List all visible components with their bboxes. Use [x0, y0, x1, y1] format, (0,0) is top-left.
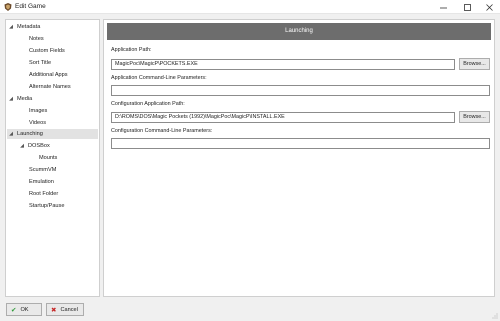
x-icon: ✖ — [51, 306, 57, 314]
app-cmd-label: Application Command-Line Parameters: — [111, 75, 207, 81]
expand-caret-icon[interactable]: ◢ — [8, 94, 14, 104]
expand-caret-icon[interactable]: ◢ — [8, 129, 14, 139]
tree-item-images[interactable]: Images — [29, 106, 47, 116]
tree-item-videos[interactable]: Videos — [29, 118, 46, 128]
tree-item-launching[interactable]: ◢ Launching — [7, 129, 98, 139]
config-path-input[interactable]: D:\ROMS\DOS\Magic Pockets (1992)\MagicPo… — [111, 112, 455, 123]
config-cmd-label: Configuration Command-Line Parameters: — [111, 128, 213, 134]
title-bar: Edit Game — [0, 0, 500, 14]
panel-header: Launching — [107, 23, 491, 40]
window-title: Edit Game — [15, 3, 46, 10]
tree-item-custom-fields[interactable]: Custom Fields — [29, 46, 65, 56]
checkmark-icon: ✔ — [11, 306, 17, 314]
tree-item-root-folder[interactable]: Root Folder — [29, 189, 58, 199]
tree-item-sort-title[interactable]: Sort Title — [29, 58, 51, 68]
ok-button[interactable]: ✔ OK — [6, 303, 42, 316]
app-path-browse-button[interactable]: Browse... — [459, 58, 490, 70]
settings-tree: ◢ Metadata Notes Custom Fields Sort Titl… — [5, 19, 100, 297]
close-button[interactable] — [478, 0, 500, 14]
tree-item-notes[interactable]: Notes — [29, 34, 44, 44]
app-path-label: Application Path: — [111, 47, 152, 53]
minimize-button[interactable] — [432, 0, 454, 14]
expand-caret-icon[interactable]: ◢ — [8, 22, 14, 32]
minimize-icon — [439, 7, 447, 8]
app-path-input[interactable]: MagicPoc\MagicP\POCKETS.EXE — [111, 59, 455, 70]
resize-grip-icon[interactable] — [492, 313, 498, 319]
config-path-label: Configuration Application Path: — [111, 101, 185, 107]
tree-item-scummvm[interactable]: ScummVM — [29, 165, 56, 175]
tree-item-additional-apps[interactable]: Additional Apps — [29, 70, 68, 80]
tree-item-startup-pause[interactable]: Startup/Pause — [29, 201, 64, 211]
close-icon — [485, 3, 493, 11]
app-cmd-input[interactable] — [111, 85, 490, 96]
config-cmd-input[interactable] — [111, 138, 490, 149]
launching-panel: Launching Application Path: MagicPoc\Mag… — [103, 19, 495, 297]
tree-item-emulation[interactable]: Emulation — [29, 177, 54, 187]
tree-item-alternate-names[interactable]: Alternate Names — [29, 82, 71, 92]
cancel-button[interactable]: ✖ Cancel — [46, 303, 84, 316]
tree-item-mounts[interactable]: Mounts — [39, 153, 57, 163]
maximize-icon — [463, 3, 471, 11]
expand-caret-icon[interactable]: ◢ — [19, 141, 25, 151]
config-path-browse-button[interactable]: Browse... — [459, 111, 490, 123]
maximize-button[interactable] — [456, 0, 478, 14]
launchbox-app-icon — [4, 3, 12, 11]
